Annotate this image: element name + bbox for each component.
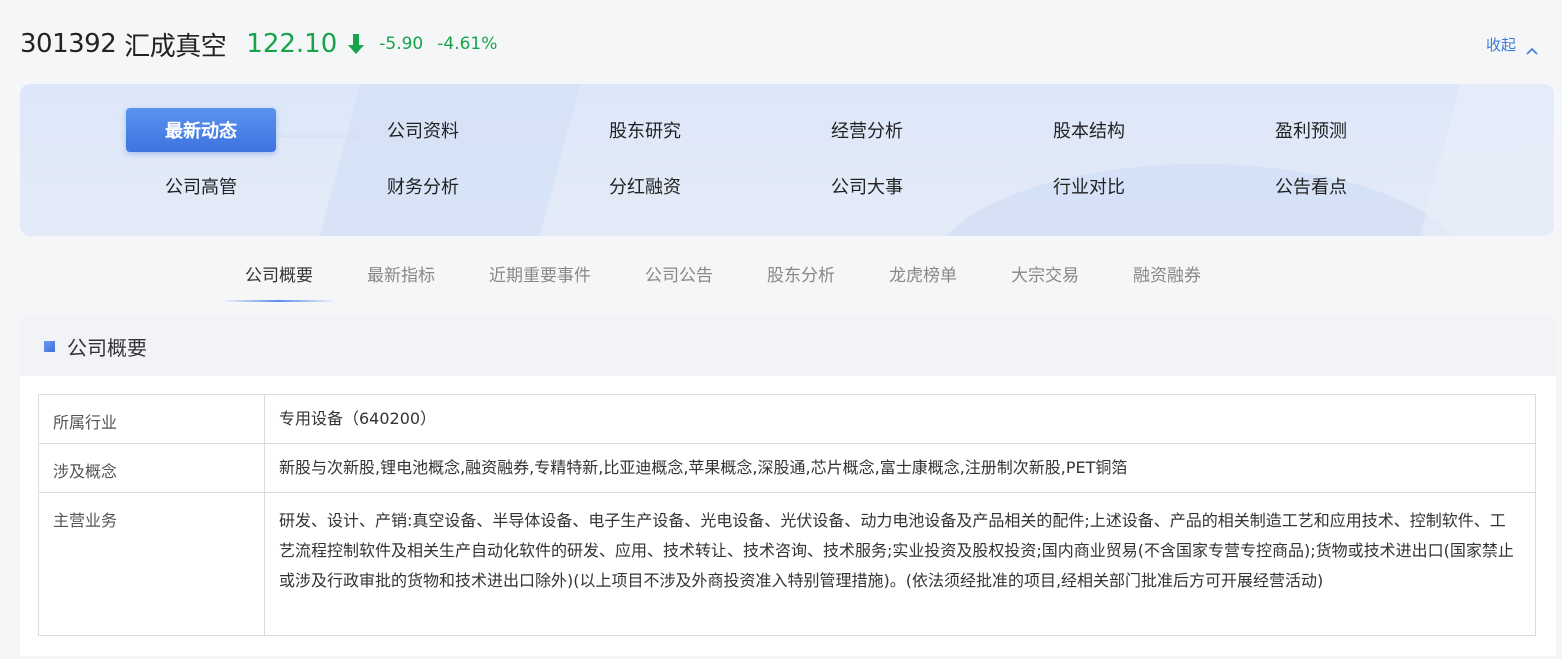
nav-item-operation-analysis[interactable]: 经营分析 [792, 108, 942, 152]
tab-latest-indicators[interactable]: 最新指标 [340, 262, 462, 302]
table-row: 所属行业 专用设备（640200） [38, 394, 1536, 444]
nav-item-earnings-forecast[interactable]: 盈利预测 [1236, 108, 1386, 152]
row-label-main-business: 主营业务 [38, 492, 265, 636]
section-title: 公司概要 [67, 335, 147, 360]
nav-item-announcement-highlights[interactable]: 公告看点 [1236, 164, 1386, 208]
row-value-main-business: 研发、设计、产销:真空设备、半导体设备、电子生产设备、光电设备、光伏设备、动力电… [264, 492, 1536, 636]
stock-code: 301392 [20, 29, 117, 59]
square-bullet-icon [44, 340, 55, 352]
nav-grid: 最新动态 公司资料 股东研究 经营分析 股本结构 盈利预测 公司高管 财务分析 … [126, 108, 1458, 208]
nav-item-industry-comparison[interactable]: 行业对比 [1014, 164, 1164, 208]
stock-change-percent: -4.61% [437, 34, 498, 54]
tab-margin-trading[interactable]: 融资融券 [1106, 262, 1228, 302]
table-row: 主营业务 研发、设计、产销:真空设备、半导体设备、电子生产设备、光电设备、光伏设… [38, 492, 1536, 636]
nav-item-shareholder-research[interactable]: 股东研究 [570, 108, 720, 152]
tab-company-summary[interactable]: 公司概要 [218, 262, 340, 302]
nav-item-executives[interactable]: 公司高管 [126, 164, 276, 208]
nav-item-major-events[interactable]: 公司大事 [792, 164, 942, 208]
sub-tabs: 公司概要 最新指标 近期重要事件 公司公告 股东分析 龙虎榜单 大宗交易 融资融… [218, 262, 1228, 302]
collapse-label: 收起 [1485, 36, 1516, 54]
row-label-concepts: 涉及概念 [38, 443, 265, 493]
section-header: 公司概要 [20, 316, 1556, 376]
nav-item-dividends-financing[interactable]: 分红融资 [570, 164, 720, 208]
row-label-industry: 所属行业 [38, 394, 265, 444]
nav-panel: 最新动态 公司资料 股东研究 经营分析 股本结构 盈利预测 公司高管 财务分析 … [20, 84, 1554, 236]
nav-item-company-profile[interactable]: 公司资料 [348, 108, 498, 152]
stock-price: 122.10 [246, 29, 338, 59]
tab-block-trades[interactable]: 大宗交易 [984, 262, 1106, 302]
company-summary-section: 公司概要 所属行业 专用设备（640200） 涉及概念 新股与次新股,锂电池概念… [20, 316, 1556, 656]
arrow-down-icon [347, 33, 365, 55]
tab-shareholder-analysis[interactable]: 股东分析 [740, 262, 862, 302]
stock-change: -5.90 [379, 34, 424, 54]
row-value-industry: 专用设备（640200） [264, 394, 1536, 444]
table-row: 涉及概念 新股与次新股,锂电池概念,融资融券,专精特新,比亚迪概念,苹果概念,深… [38, 443, 1536, 493]
chevron-up-icon [1526, 41, 1538, 55]
tab-dragon-tiger-list[interactable]: 龙虎榜单 [862, 262, 984, 302]
collapse-button[interactable]: 收起 [1486, 34, 1538, 55]
tab-announcements[interactable]: 公司公告 [618, 262, 740, 302]
row-value-concepts: 新股与次新股,锂电池概念,融资融券,专精特新,比亚迪概念,苹果概念,深股通,芯片… [264, 443, 1536, 493]
tab-recent-events[interactable]: 近期重要事件 [462, 262, 618, 302]
company-summary-table: 所属行业 专用设备（640200） 涉及概念 新股与次新股,锂电池概念,融资融券… [38, 394, 1536, 636]
stock-header: 301392 汇成真空 122.10 -5.90 -4.61% 收起 [20, 22, 1542, 66]
stock-name: 汇成真空 [124, 31, 227, 62]
nav-item-latest-news[interactable]: 最新动态 [126, 108, 276, 152]
nav-item-financial-analysis[interactable]: 财务分析 [348, 164, 498, 208]
nav-item-share-structure[interactable]: 股本结构 [1014, 108, 1164, 152]
